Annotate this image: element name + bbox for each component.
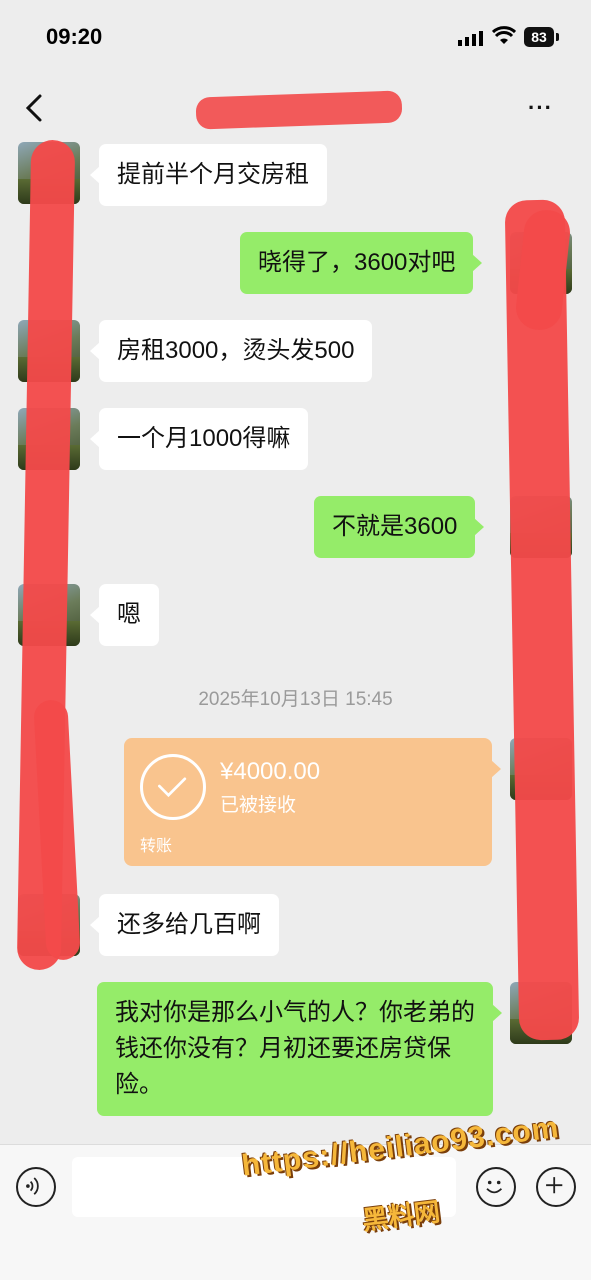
message-bubble-incoming[interactable]: 一个月1000得嘛	[89, 408, 309, 470]
transfer-label: 转账	[140, 838, 173, 855]
transfer-amount: ¥4000.00	[220, 758, 321, 785]
battery-icon: 83	[524, 27, 554, 47]
transfer-card[interactable]: ¥4000.00 已被接收 转账	[124, 738, 501, 866]
battery-tip	[556, 33, 559, 41]
message-bubble-incoming[interactable]: 还多给几百啊	[90, 894, 279, 956]
check-icon	[140, 754, 206, 820]
message-bubble-incoming[interactable]: 提前半个月交房租	[90, 144, 327, 206]
emoji-icon[interactable]	[476, 1167, 516, 1207]
more-icon[interactable]: ···	[528, 97, 568, 119]
status-bar: 09:20 83	[0, 0, 591, 78]
signal-icon	[458, 31, 483, 46]
transfer-status: 已被接收	[220, 795, 297, 816]
message-timestamp: 2025年10月13日 15:45	[198, 689, 393, 710]
message-bubble-outgoing[interactable]: 我对你是那么小气的人？你老弟的钱还你没有？月初还要还房贷保险。	[97, 982, 502, 1116]
nav-bar: ···	[0, 78, 591, 138]
voice-icon[interactable]	[16, 1167, 56, 1207]
message-bubble-outgoing[interactable]: 晓得了，3600对吧	[240, 232, 483, 294]
message-bubble-incoming[interactable]: 房租3000，烫头发500	[89, 320, 373, 382]
status-time: 09:20	[46, 24, 103, 49]
wifi-icon	[492, 26, 516, 44]
message-bubble-outgoing[interactable]: 不就是3600	[314, 496, 485, 558]
message-bubble-incoming[interactable]: 嗯	[90, 584, 159, 646]
back-icon[interactable]	[18, 88, 52, 128]
plus-icon[interactable]	[536, 1167, 576, 1207]
